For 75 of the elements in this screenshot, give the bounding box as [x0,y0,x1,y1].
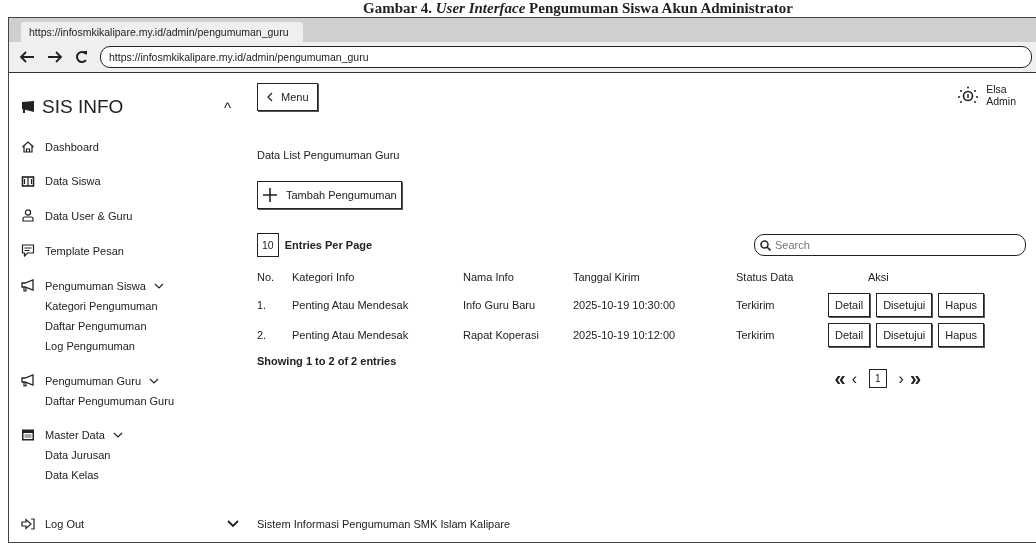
first-page-button[interactable]: « [834,367,846,390]
window-icon [21,429,35,441]
table-cell-text: 2025-10-19 10:12:00 [573,329,677,341]
logout-link[interactable]: Log Out [45,518,85,530]
action-button[interactable]: Detail [828,323,871,347]
sidebar-subitem[interactable]: Daftar Pengumuman [21,320,245,332]
table-cell-text: 2. [257,329,268,341]
sidebar-item[interactable]: Master Data [45,429,105,441]
page-title: Data List Pengumuman Guru [257,149,401,161]
chevron-left-icon [266,92,273,102]
user-role: Admin [986,95,1016,107]
action-button[interactable]: Hapus [938,293,985,317]
user-icon [21,209,35,222]
column-header: No. [257,270,276,285]
column-header: Status Data [736,270,795,285]
sidebar-subitem[interactable]: Daftar Pengumuman Guru [21,395,245,407]
reload-icon[interactable] [75,50,88,64]
megaphone-icon [21,279,35,292]
table-cell-text: Penting Atau Mendesak [292,329,410,341]
sidebar-item[interactable]: Data Siswa [45,175,101,187]
search-field[interactable]: Search [754,234,1026,256]
entries-summary: Showing 1 to 2 of 2 entries [257,355,397,369]
column-header: Nama Info [463,270,515,285]
footer-text: Sistem Informasi Pengumuman SMK Islam Kalipare [257,518,512,530]
table-cell-text: Penting Atau Mendesak [292,299,410,311]
megaphone-icon [21,100,36,114]
entries-select[interactable]: 10 [257,233,279,257]
sidebar-item[interactable]: Template Pesan [45,244,124,257]
column-header: Aksi [867,270,890,285]
column-header: Tanggal Kirim [573,270,641,285]
chevron-down-icon[interactable] [153,282,164,289]
browser-tab[interactable]: https://infosmkikalipare.my.id/admin/pengumuman_guru [21,22,303,42]
logout-icon [21,518,35,530]
sidebar-subitem[interactable]: Log Pengumuman [21,340,245,352]
chevron-down-icon[interactable] [227,520,239,528]
table-cell-text: 1. [257,299,268,311]
table-cell-text: Info Guru Baru [463,299,537,311]
figure-caption: Gambar 4. User Interface Pengumuman Siswa Akun Administrator [362,0,794,17]
add-button[interactable]: Tambah Pengumuman [257,181,402,209]
table-cell-text: Rapat Koperasi [463,329,540,341]
entries-label: Entries Per Page [284,239,373,251]
sidebar-item[interactable]: Pengumuman Guru [45,374,141,387]
back-icon[interactable] [19,51,35,63]
chevron-down-icon[interactable] [149,377,159,384]
action-button[interactable]: Disetujui [876,323,933,347]
book-icon [21,175,35,187]
sidebar-item[interactable]: Pengumuman Siswa [45,279,146,292]
action-button[interactable]: Hapus [938,323,985,347]
sidebar-item[interactable]: Dashboard [45,141,99,153]
megaphone-icon [21,374,35,387]
sidebar-item[interactable]: Data User & Guru [45,209,133,222]
app-title: SIS INFO [42,96,124,118]
chat-icon [21,244,35,257]
home-icon [21,141,35,153]
action-button[interactable]: Disetujui [876,293,933,317]
menu-button[interactable]: Menu [257,83,318,111]
last-page-button[interactable]: » [909,367,921,390]
table-cell-text: 2025-10-19 10:30:00 [573,299,677,311]
table-cell-text: Terkirim [736,299,776,311]
previous-page-button[interactable]: ‹ [851,369,857,388]
sidebar-subitem[interactable]: Data Kelas [21,469,245,481]
page-button[interactable]: 1 [869,369,887,388]
sidebar-subitem[interactable]: Kategori Pengumuman [21,300,245,312]
sidebar-subitem[interactable]: Data Jurusan [21,449,245,461]
column-header: Kategori Info [292,270,356,285]
sun-icon [956,85,981,105]
forward-icon[interactable] [47,51,63,63]
chevron-down-icon[interactable] [112,432,123,438]
table-cell-text: Terkirim [736,329,776,341]
address-bar[interactable]: https://infosmkikalipare.my.id/admin/pengumuman_guru [100,46,1032,68]
user-name: Elsa [986,83,1008,95]
action-button[interactable]: Detail [828,293,871,317]
next-page-button[interactable]: › [898,369,904,388]
collapse-toggle[interactable]: ^ [223,98,231,116]
plus-icon [262,187,278,203]
